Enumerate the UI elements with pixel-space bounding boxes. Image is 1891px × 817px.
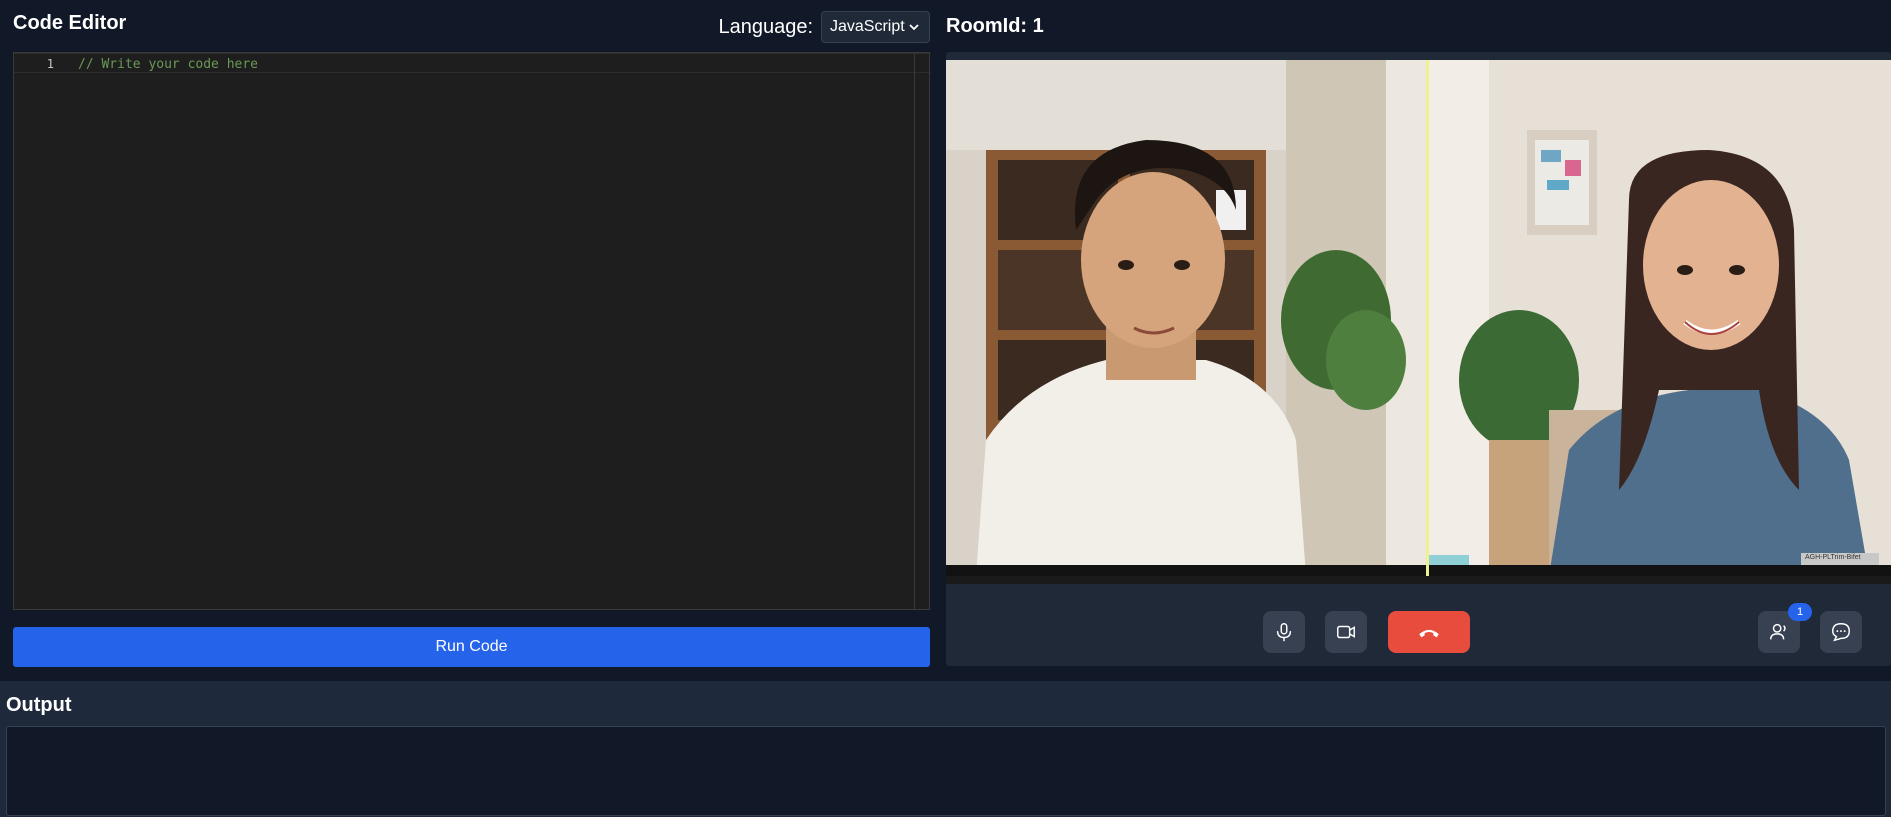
participant-female-image bbox=[1429, 60, 1891, 576]
editor-title: Code Editor bbox=[13, 12, 127, 34]
editor-pane: Code Editor Language: JavaScript 1 // Wr… bbox=[13, 0, 931, 681]
microphone-button[interactable] bbox=[1263, 611, 1305, 653]
microphone-icon bbox=[1276, 623, 1292, 642]
participants-icon bbox=[1770, 623, 1786, 640]
output-title: Output bbox=[6, 694, 72, 716]
language-picker: Language: JavaScript bbox=[718, 11, 930, 43]
line-number: 1 bbox=[46, 57, 54, 71]
participants-button[interactable]: 1 bbox=[1758, 603, 1812, 653]
video-tile-participant-female: AGH-PLTrim-Bifet bbox=[1429, 60, 1891, 576]
code-line-text: // Write your code here bbox=[78, 57, 259, 72]
code-editor[interactable]: 1 // Write your code here bbox=[13, 52, 931, 610]
video-tile-participant-male bbox=[946, 60, 1426, 576]
output-section: Output bbox=[0, 681, 1891, 817]
code-line: 1 // Write your code here bbox=[14, 53, 931, 73]
language-label: Language: bbox=[718, 15, 813, 38]
hang-up-button[interactable] bbox=[1388, 611, 1470, 653]
video-grid: AGH-PLTrim-Bifet bbox=[946, 60, 1891, 584]
chat-button[interactable] bbox=[1820, 611, 1862, 653]
video-pane: RoomId: 1 AGH-PLTrim-Bifet 1 bbox=[946, 0, 1891, 681]
phone-hangup-icon bbox=[1419, 629, 1439, 638]
participant-male-image bbox=[946, 60, 1426, 576]
run-code-button[interactable]: Run Code bbox=[13, 627, 930, 667]
chat-icon bbox=[1832, 623, 1850, 642]
video-caption: AGH-PLTrim-Bifet bbox=[1805, 554, 1861, 561]
language-select[interactable]: JavaScript bbox=[821, 11, 930, 43]
call-controls: 1 bbox=[946, 584, 1891, 666]
chevron-down-icon bbox=[909, 24, 919, 31]
app-root: Code Editor Language: JavaScript 1 // Wr… bbox=[0, 0, 1891, 817]
camera-icon bbox=[1337, 625, 1355, 639]
room-id-label: RoomId: 1 bbox=[946, 15, 1044, 37]
output-console bbox=[6, 726, 1886, 816]
video-call-panel: AGH-PLTrim-Bifet 1 bbox=[946, 52, 1891, 666]
top-section: Code Editor Language: JavaScript 1 // Wr… bbox=[0, 0, 1891, 681]
camera-button[interactable] bbox=[1325, 611, 1367, 653]
editor-scrollbar[interactable] bbox=[914, 53, 915, 609]
participants-count-badge: 1 bbox=[1788, 603, 1812, 621]
language-select-value: JavaScript bbox=[830, 18, 905, 35]
